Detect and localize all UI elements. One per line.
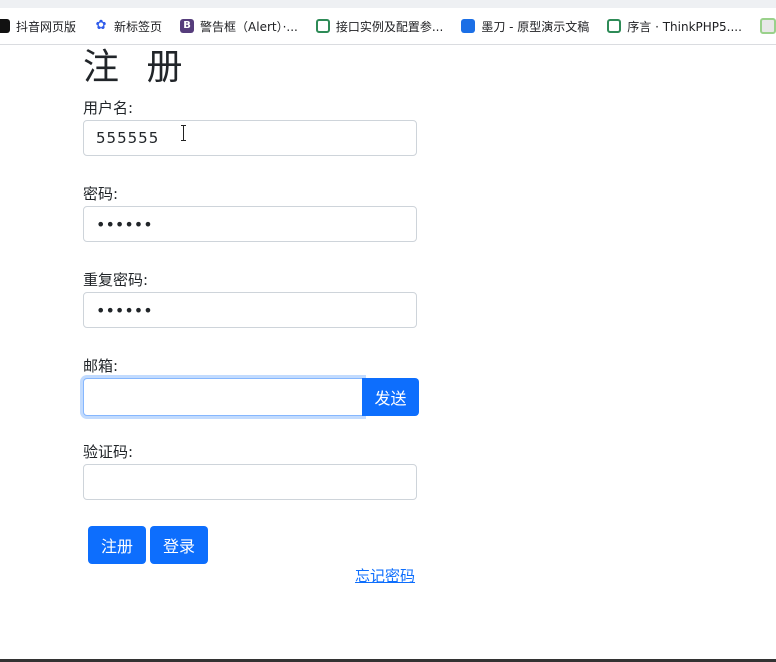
bookmark-modao[interactable]: 墨刀 - 原型演示文稿	[461, 8, 589, 44]
page-title: 注 册	[83, 47, 191, 88]
confirm-password-label: 重复密码:	[83, 271, 149, 289]
bookmark-label: 墨刀 - 原型演示文稿	[481, 19, 590, 34]
bookmark-overflow[interactable]	[759, 8, 776, 44]
bookmark-thinkphp[interactable]: 序言 · ThinkPHP5....	[607, 8, 742, 44]
username-value: 555555	[96, 129, 160, 147]
bookmark-tiktok[interactable]: 抖音网页版	[0, 8, 76, 44]
login-button[interactable]: 登录	[150, 526, 208, 564]
email-label: 邮箱:	[83, 357, 119, 375]
password-value: ••••••	[96, 214, 153, 234]
confirm-password-value: ••••••	[96, 300, 153, 320]
username-field[interactable]: 555555	[83, 120, 417, 156]
confirm-password-field[interactable]: ••••••	[83, 292, 417, 328]
register-button[interactable]: 注册	[88, 526, 146, 564]
bookmark-label: 接口实例及配置参...	[335, 19, 444, 34]
baidu-paw-icon: ✿	[95, 18, 107, 33]
bookmark-new-tab[interactable]: ✿ 新标签页	[94, 8, 162, 44]
bookmark-bootstrap-alert[interactable]: B 警告框（Alert）·...	[180, 8, 298, 44]
email-field[interactable]	[83, 378, 363, 416]
verification-code-label: 验证码:	[83, 443, 134, 461]
edge-icon	[759, 18, 776, 34]
forgot-password-link[interactable]: 忘记密码	[355, 566, 415, 586]
leaf-icon	[607, 19, 622, 33]
text-cursor-icon	[181, 125, 187, 141]
bookmark-api-config[interactable]: 接口实例及配置参...	[315, 8, 444, 44]
verification-code-field[interactable]	[83, 464, 417, 500]
bootstrap-icon: B	[180, 19, 195, 33]
bookmark-label: 抖音网页版	[16, 19, 77, 34]
bookmark-label: 警告框（Alert）·...	[200, 19, 298, 34]
send-code-button[interactable]: 发送	[362, 378, 419, 416]
bookmarks-bar: 抖音网页版 ✿ 新标签页 B 警告框（Alert）·... 接口实例及配置参..…	[0, 8, 776, 45]
modao-icon	[461, 19, 476, 33]
username-label: 用户名:	[83, 99, 134, 117]
leaf-icon	[315, 19, 330, 33]
password-field[interactable]: ••••••	[83, 206, 417, 242]
bookmark-label: 序言 · ThinkPHP5....	[627, 19, 742, 34]
tiktok-icon	[0, 19, 10, 33]
bookmark-label: 新标签页	[114, 19, 163, 34]
password-label: 密码:	[83, 185, 119, 203]
